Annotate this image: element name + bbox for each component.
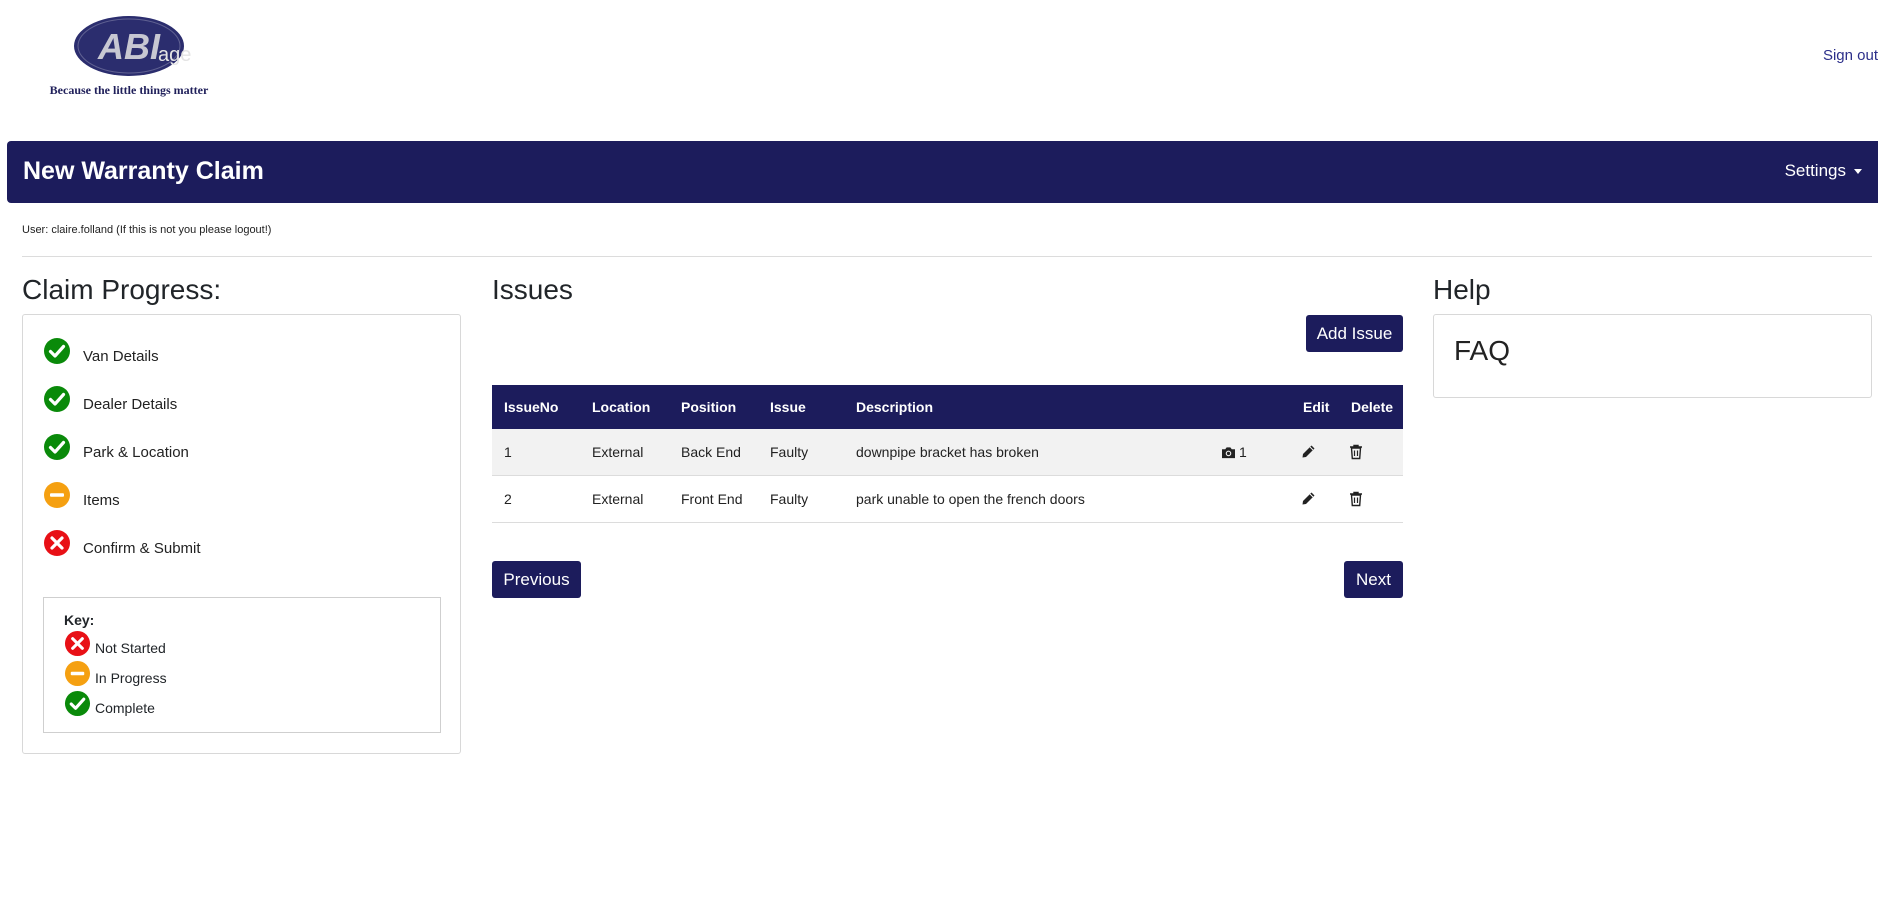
delete-button[interactable] (1349, 476, 1363, 522)
header-ghost-text: age (158, 44, 192, 66)
issue-cell: Faulty (770, 444, 809, 460)
settings-dropdown[interactable]: Settings (1785, 161, 1862, 181)
pencil-icon (1302, 445, 1315, 458)
title-navbar: New Warranty Claim Settings (7, 141, 1878, 203)
issues-table: IssueNo Location Position Issue Descript… (492, 385, 1403, 523)
step-label: Dealer Details (83, 396, 178, 413)
edit-button[interactable] (1300, 476, 1316, 522)
svg-text:ABI: ABI (97, 26, 161, 67)
claim-progress-title: Claim Progress: (22, 274, 222, 305)
key-label: In Progress (95, 670, 167, 686)
table-header: IssueNo Location Position Issue Descript… (492, 385, 1403, 429)
minus-circle-icon (64, 660, 91, 687)
edit-button[interactable] (1300, 429, 1316, 475)
page-title: New Warranty Claim (23, 157, 264, 185)
check-circle-icon (44, 338, 70, 364)
delete-button[interactable] (1349, 429, 1363, 475)
step-label: Confirm & Submit (83, 540, 201, 557)
trash-icon (1350, 491, 1362, 507)
column-header: Description (856, 399, 934, 415)
issue-cell: Faulty (770, 491, 809, 507)
faq-link[interactable]: FAQ (1454, 335, 1510, 367)
claim-progress-card: Van Details Dealer Details Park & Locati… (22, 314, 461, 754)
current-user-text: User: claire.folland (If this is not you… (22, 224, 272, 236)
issue-no-cell: 2 (504, 491, 512, 507)
minus-circle-icon (44, 482, 70, 508)
trash-icon (1350, 444, 1362, 460)
step-label: Van Details (83, 348, 159, 365)
x-circle-icon (64, 630, 91, 657)
table-row: 2 External Front End Faulty park unable … (492, 476, 1403, 523)
add-issue-button[interactable]: Add Issue (1306, 315, 1403, 352)
next-button[interactable]: Next (1344, 561, 1403, 598)
column-header: Edit (1303, 399, 1330, 415)
column-header: Position (681, 399, 737, 415)
help-card: FAQ (1433, 314, 1872, 398)
table-row: 1 External Back End Faulty downpipe brac… (492, 429, 1403, 476)
key-title: Key: (64, 612, 95, 628)
check-circle-icon (64, 690, 91, 717)
settings-label: Settings (1784, 161, 1846, 180)
key-label: Complete (95, 700, 155, 716)
pencil-icon (1302, 492, 1315, 505)
issue-no-cell: 1 (504, 444, 512, 460)
key-label: Not Started (95, 640, 166, 656)
step-label: Park & Location (83, 444, 189, 461)
issues-title: Issues (492, 274, 573, 305)
description-cell: downpipe bracket has broken (856, 444, 1039, 460)
column-header: IssueNo (504, 399, 559, 415)
svg-text:Because the little things matt: Because the little things matter (50, 83, 209, 97)
photo-count-value: 1 (1239, 444, 1247, 460)
description-cell: park unable to open the french doors (856, 491, 1085, 507)
column-header: Location (592, 399, 651, 415)
position-cell: Front End (681, 491, 743, 507)
previous-button[interactable]: Previous (492, 561, 581, 598)
status-key: Key: Not Started In Progress Complete (43, 597, 441, 733)
step-label: Items (83, 492, 120, 509)
photo-count[interactable]: 1 (1221, 429, 1247, 475)
check-circle-icon (44, 386, 70, 412)
location-cell: External (592, 491, 644, 507)
sign-out-link[interactable]: Sign out (1823, 47, 1878, 64)
position-cell: Back End (681, 444, 741, 460)
caret-down-icon (1854, 169, 1862, 175)
check-circle-icon (44, 434, 70, 460)
divider (22, 256, 1872, 257)
column-header: Issue (770, 399, 806, 415)
x-circle-icon (44, 530, 70, 556)
abi-logo[interactable]: ABI Because the little things matter (36, 14, 226, 104)
camera-icon (1222, 446, 1235, 458)
help-title: Help (1433, 274, 1491, 305)
location-cell: External (592, 444, 644, 460)
column-header: Delete (1351, 399, 1394, 415)
